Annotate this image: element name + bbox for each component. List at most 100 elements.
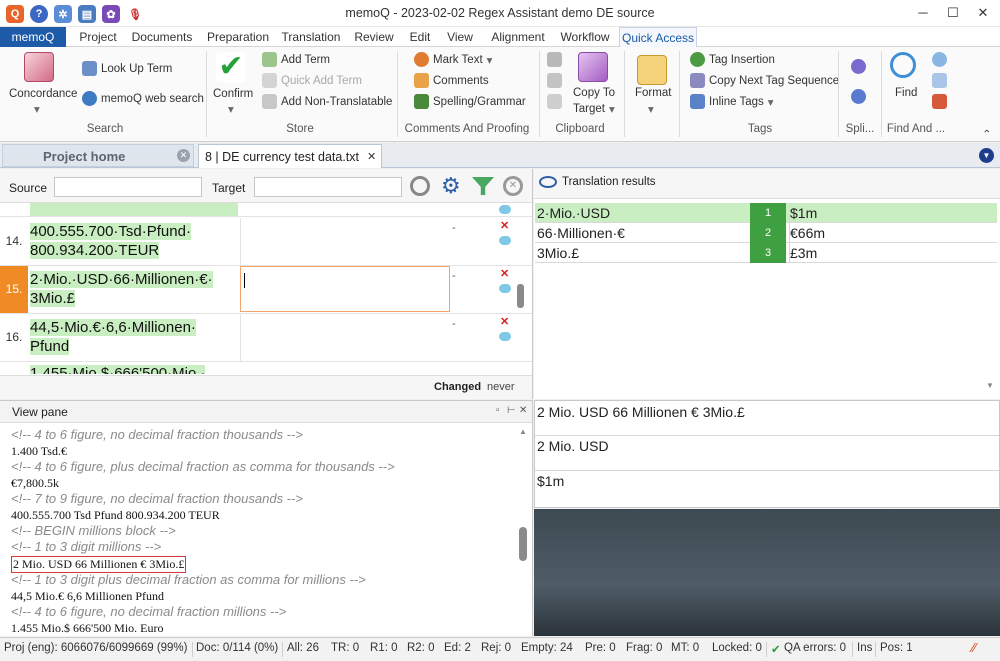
scroll-up-icon[interactable]: ▲ bbox=[519, 427, 527, 436]
inline-tags-button[interactable]: Inline Tags ▾ bbox=[690, 94, 774, 109]
title-bar: Q ? ✲ ▤ ✿ 🎙 memoQ - 2023-02-02 Regex Ass… bbox=[0, 0, 1000, 27]
source-filter-input[interactable] bbox=[54, 177, 202, 197]
copy-icon[interactable] bbox=[547, 52, 562, 67]
copy-to-button[interactable]: Copy To bbox=[573, 87, 615, 99]
view-scrollbar[interactable]: ▲ bbox=[518, 423, 528, 635]
scrollbar-thumb[interactable] bbox=[519, 527, 527, 561]
grid-scrollbar[interactable] bbox=[516, 204, 525, 376]
quick-add-term-button[interactable]: Quick Add Term bbox=[262, 73, 362, 88]
tag-insertion-button[interactable]: Tag Insertion bbox=[690, 52, 775, 67]
target-edit-field[interactable] bbox=[240, 266, 450, 312]
document-tabs: Project home ✕ 8 | DE currency test data… bbox=[0, 143, 1000, 168]
pin-icon[interactable]: ⊢ bbox=[507, 405, 516, 416]
tab-workflow[interactable]: Workflow bbox=[557, 27, 613, 47]
gear-icon[interactable]: ⚙ bbox=[441, 175, 461, 197]
error-icon[interactable]: ✕ bbox=[500, 267, 509, 280]
search-icon[interactable] bbox=[890, 52, 916, 78]
copy-next-tag-sequence-button[interactable]: Copy Next Tag Sequence bbox=[690, 73, 839, 88]
tab-translation[interactable]: Translation bbox=[280, 27, 342, 47]
comment-icon[interactable] bbox=[499, 284, 511, 293]
spelling-grammar-button[interactable]: Spelling/Grammar bbox=[414, 94, 526, 109]
replace-icon[interactable] bbox=[932, 73, 947, 88]
segment-info-bar: Changed never bbox=[0, 375, 532, 399]
tab-memoq[interactable]: memoQ bbox=[0, 27, 66, 47]
chevron-down-icon[interactable]: ▾ bbox=[648, 102, 654, 116]
find-button[interactable]: Find bbox=[895, 87, 917, 99]
tab-preparation[interactable]: Preparation bbox=[203, 27, 273, 47]
tab-review[interactable]: Review bbox=[350, 27, 398, 47]
comment-icon[interactable] bbox=[499, 332, 511, 341]
target-button[interactable]: Target ▾ bbox=[573, 102, 615, 116]
comment-icon[interactable] bbox=[499, 205, 511, 214]
find-next-icon[interactable] bbox=[932, 52, 947, 67]
error-icon[interactable]: ✕ bbox=[500, 219, 509, 232]
collapse-ribbon-icon[interactable]: ⌃ bbox=[982, 127, 992, 141]
maximize-icon[interactable]: ☐ bbox=[938, 3, 968, 23]
target-cell[interactable] bbox=[240, 218, 450, 265]
split-icon[interactable] bbox=[851, 59, 866, 74]
format-icon[interactable] bbox=[637, 55, 667, 85]
tab-project[interactable]: Project bbox=[74, 27, 122, 47]
view-line: <!-- 4 to 6 figure, no decimal fraction … bbox=[11, 604, 287, 619]
web-search-button[interactable]: memoQ web search bbox=[82, 91, 204, 106]
tab-view[interactable]: View bbox=[443, 27, 477, 47]
comments-button[interactable]: Comments bbox=[414, 73, 489, 88]
checkmark-icon[interactable]: ✔ bbox=[216, 52, 246, 82]
target-cell[interactable] bbox=[240, 314, 450, 361]
chevron-down-icon[interactable]: ▼ bbox=[979, 148, 994, 163]
concordance-icon[interactable] bbox=[24, 52, 54, 82]
close-icon[interactable]: ✕ bbox=[177, 149, 190, 162]
scrollbar-thumb[interactable] bbox=[517, 284, 524, 308]
tab-document[interactable]: 8 | DE currency test data.txt ✕ bbox=[198, 144, 382, 168]
tab-edit[interactable]: Edit bbox=[404, 27, 436, 47]
error-icon[interactable]: ✕ bbox=[500, 315, 509, 328]
window-icon[interactable]: ▫ bbox=[496, 405, 500, 416]
table-row[interactable]: 1.455·Mio.$·666'500·Mio.· bbox=[0, 362, 532, 374]
chevron-down-icon[interactable]: ▾ bbox=[34, 102, 40, 116]
target-filter-input[interactable] bbox=[254, 177, 402, 197]
comment-icon[interactable] bbox=[499, 236, 511, 245]
look-up-term-button[interactable]: Look Up Term bbox=[82, 61, 172, 76]
close-icon[interactable]: ✕ bbox=[519, 405, 527, 416]
paste-icon[interactable] bbox=[547, 73, 562, 88]
preview-target: $1m bbox=[537, 473, 565, 489]
view-pane: View pane ▫ ⊢ ✕ <!-- 4 to 6 figure, no d… bbox=[0, 400, 533, 636]
filter-options-icon[interactable] bbox=[932, 94, 947, 109]
signal-icon: ⁄⁄ bbox=[972, 640, 977, 655]
join-icon[interactable] bbox=[851, 89, 866, 104]
find-group-label: Find And ... bbox=[886, 123, 946, 135]
table-row[interactable]: 16. 44,5·Mio.€·6,6·Millionen· Pfund - ✕ bbox=[0, 314, 532, 362]
filter-icon[interactable] bbox=[472, 177, 494, 195]
mark-text-button[interactable]: Mark Text ▾ bbox=[414, 52, 492, 67]
tab-project-home[interactable]: Project home ✕ bbox=[2, 144, 194, 167]
view-line: 1.400 Tsd.€ bbox=[11, 444, 67, 458]
confirm-button[interactable]: Confirm bbox=[213, 88, 253, 100]
book-icon bbox=[82, 61, 97, 76]
scroll-down-icon[interactable]: ▼ bbox=[986, 381, 994, 390]
cut-icon[interactable] bbox=[547, 94, 562, 109]
close-icon[interactable]: ✕ bbox=[367, 150, 376, 163]
table-row-active[interactable]: 15. 2·Mio.·USD·66·Millionen·€· 3Mio.£ - … bbox=[0, 266, 532, 314]
concordance-button[interactable]: Concordance bbox=[9, 88, 77, 100]
tab-documents[interactable]: Documents bbox=[128, 27, 196, 47]
clear-filter-icon[interactable]: ✕ bbox=[503, 176, 523, 196]
result-row[interactable]: 2·Mio.·USD 1 $1m bbox=[535, 203, 997, 223]
result-row[interactable]: 3Mio.£ 3 £3m bbox=[535, 243, 997, 263]
add-term-icon bbox=[262, 52, 277, 67]
preview-source-full: 2 Mio. USD 66 Millionen € 3Mio.£ bbox=[535, 401, 999, 436]
view-line: <!-- 1 to 3 digit plus decimal fraction … bbox=[11, 572, 366, 587]
minimize-icon[interactable]: ─ bbox=[908, 3, 938, 23]
chevron-down-icon[interactable]: ▾ bbox=[228, 102, 234, 116]
close-icon[interactable]: ✕ bbox=[968, 3, 998, 23]
format-button[interactable]: Format bbox=[635, 87, 671, 99]
tab-alignment[interactable]: Alignment bbox=[486, 27, 550, 47]
table-row[interactable] bbox=[0, 203, 532, 217]
tab-quick-access[interactable]: Quick Access bbox=[619, 27, 697, 47]
search-icon[interactable] bbox=[410, 176, 430, 196]
copy-to-target-icon[interactable] bbox=[578, 52, 608, 82]
table-row[interactable]: 14. 400.555.700·Tsd·Pfund· 800.934.200·T… bbox=[0, 218, 532, 266]
add-non-translatable-button[interactable]: Add Non-Translatable bbox=[262, 94, 392, 109]
eye-icon[interactable] bbox=[539, 176, 557, 188]
add-term-button[interactable]: Add Term bbox=[262, 52, 330, 67]
result-row[interactable]: 66·Millionen·€ 2 €66m bbox=[535, 223, 997, 243]
